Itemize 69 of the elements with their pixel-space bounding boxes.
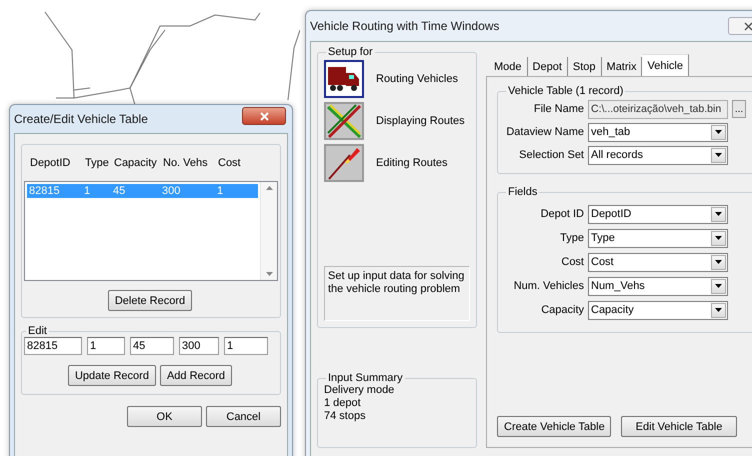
close-icon (744, 22, 752, 30)
record-button[interactable]: Update Record (68, 365, 156, 386)
tab[interactable]: Vehicle (642, 54, 689, 76)
dropdown[interactable]: Capacity (588, 300, 728, 320)
dialog-button[interactable]: OK (127, 406, 202, 427)
dropdown[interactable]: veh_tab (588, 122, 728, 142)
input-field[interactable]: 300 (179, 337, 219, 355)
field-label: File Name (532, 103, 584, 115)
close-button[interactable] (242, 107, 286, 125)
caret-icon (715, 308, 722, 312)
input-field[interactable]: 82815 (24, 337, 82, 355)
caret-icon (715, 212, 722, 216)
group-label: Setup for (327, 46, 374, 58)
setup-option-label: Displaying Routes (376, 115, 465, 127)
caret-icon (715, 284, 722, 288)
record-button[interactable]: Add Record (160, 365, 232, 386)
group-label: Vehicle Table (1 record) (507, 85, 624, 97)
action-button[interactable]: Create Vehicle Table (497, 416, 611, 437)
column-header: Cost (218, 157, 242, 169)
dialog-title: Create/Edit Vehicle Table (14, 112, 148, 126)
field-label: Type (559, 232, 584, 244)
caret-icon (715, 236, 722, 240)
truck-icon (327, 64, 361, 94)
summary-line: 1 depot (324, 397, 362, 410)
setup-option-button[interactable] (324, 60, 364, 98)
group-label: Edit (27, 325, 48, 337)
summary-line: Delivery mode (324, 384, 396, 397)
setup-option-label: Editing Routes (376, 157, 448, 169)
dropdown[interactable]: Cost (588, 252, 728, 272)
file-name-field[interactable]: C:\...oteirização\veh_tab.bin (588, 100, 728, 118)
close-icon (260, 112, 268, 120)
caret-icon (715, 260, 722, 264)
group-label: Fields (507, 186, 538, 198)
description-text: Set up input data for solving the vehicle routing problem (324, 266, 470, 321)
dropdown[interactable]: DepotID (588, 204, 728, 224)
column-header: DepotID (30, 157, 72, 169)
group-label: Input Summary (327, 372, 404, 384)
field-label: Num. Vehicles (512, 280, 584, 292)
window-title: Vehicle Routing with Time Windows (310, 19, 500, 33)
scroll-up-icon (266, 186, 272, 190)
caret-icon (715, 130, 722, 134)
field-label: Depot ID (540, 208, 584, 220)
scrollbar[interactable] (260, 182, 277, 280)
delete-record-button[interactable]: Delete Record (108, 290, 192, 311)
field-label: Selection Set (518, 149, 584, 161)
crossing-lines-icon (326, 103, 362, 139)
dialog-button[interactable]: Cancel (206, 406, 281, 427)
field-label: Dataview Name (505, 126, 584, 138)
input-field[interactable]: 1 (224, 337, 268, 355)
tab[interactable]: Mode (489, 57, 528, 76)
action-button[interactable]: Edit Vehicle Table (621, 416, 737, 437)
summary-line: 74 stops (324, 410, 367, 423)
column-header: Capacity (114, 157, 158, 169)
setup-option-label: Routing Vehicles (376, 73, 458, 85)
column-header: No. Vehs (163, 157, 209, 169)
field-label: Capacity (540, 304, 584, 316)
input-field[interactable]: 45 (130, 337, 174, 355)
tab[interactable]: Stop (568, 57, 602, 76)
tab[interactable]: Depot (528, 57, 568, 76)
browse-button[interactable]: ... (732, 100, 746, 118)
input-field[interactable]: 1 (87, 337, 125, 355)
pencil-icon (326, 145, 362, 181)
scroll-down-icon (266, 272, 272, 276)
caret-icon (715, 153, 722, 157)
dropdown[interactable]: All records (588, 146, 728, 164)
column-header: Type (85, 157, 110, 169)
dropdown[interactable]: Num_Vehs (588, 276, 728, 296)
dropdown[interactable]: Type (588, 228, 728, 248)
field-label: Cost (560, 256, 584, 268)
